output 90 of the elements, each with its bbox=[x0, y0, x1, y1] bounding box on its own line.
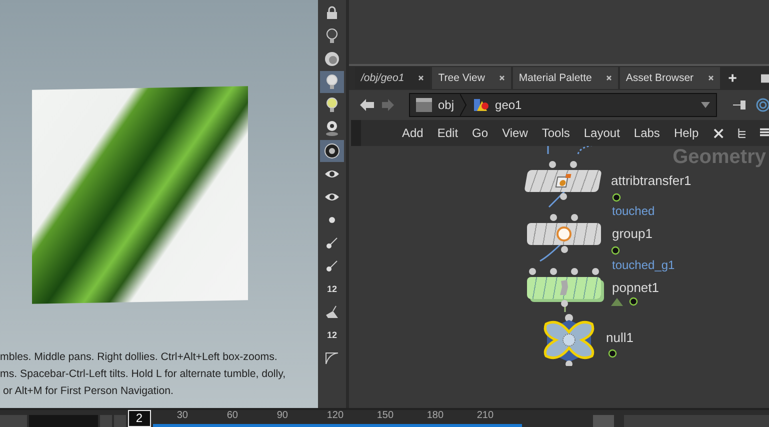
tick-label: 180 bbox=[426, 410, 445, 422]
cone-icon bbox=[325, 305, 339, 319]
input-connector[interactable] bbox=[550, 214, 557, 221]
tab-label: Material Palette bbox=[518, 72, 592, 84]
close-icon[interactable] bbox=[708, 75, 714, 81]
sphere-icon bbox=[324, 51, 340, 67]
path-label[interactable]: obj bbox=[438, 98, 454, 112]
range-field[interactable] bbox=[29, 415, 98, 427]
menu-item[interactable]: Add bbox=[402, 126, 424, 140]
tick-label: 90 bbox=[276, 410, 289, 422]
input-connector[interactable] bbox=[549, 161, 556, 168]
status-icon bbox=[608, 349, 617, 358]
menu-item[interactable]: Tools bbox=[542, 126, 570, 140]
status-icon bbox=[612, 193, 621, 202]
operator-node[interactable] bbox=[527, 223, 601, 245]
input-connector[interactable] bbox=[529, 268, 536, 275]
status-icon bbox=[611, 246, 620, 255]
node-name: group1 bbox=[612, 226, 652, 241]
tab-label: /obj/geo1 bbox=[361, 72, 404, 84]
point-icon bbox=[329, 217, 335, 223]
close-icon[interactable] bbox=[606, 75, 612, 81]
pane-tab[interactable]: Material Palette bbox=[512, 67, 618, 89]
node-name: popnet1 bbox=[612, 280, 659, 295]
pane-tab[interactable]: Tree View bbox=[432, 67, 511, 89]
time-ruler[interactable]: 30 60 90 120 150 180 210 bbox=[152, 410, 530, 427]
dropdown-caret-icon[interactable] bbox=[701, 102, 710, 108]
menu-item[interactable]: Help bbox=[674, 126, 699, 140]
operator-node[interactable] bbox=[527, 277, 601, 299]
group-label: touched bbox=[612, 204, 655, 218]
tick-label: 120 bbox=[326, 410, 345, 422]
tree-icon[interactable] bbox=[738, 126, 746, 140]
brush-icon bbox=[554, 173, 572, 189]
tick-label: 150 bbox=[376, 410, 395, 422]
menu-item[interactable]: View bbox=[502, 126, 528, 140]
close-icon[interactable] bbox=[418, 75, 424, 81]
shapes-icon bbox=[473, 98, 490, 112]
chevron-icon bbox=[460, 94, 468, 116]
input-connector[interactable] bbox=[571, 214, 578, 221]
bulb-icon bbox=[325, 28, 339, 44]
tent-icon bbox=[611, 297, 623, 306]
menu-item[interactable]: Edit bbox=[437, 126, 458, 140]
tick-label: 210 bbox=[476, 410, 495, 422]
tool-button[interactable]: 12 bbox=[320, 278, 344, 300]
status-icon bbox=[629, 297, 638, 306]
camera-icon bbox=[324, 143, 340, 159]
input-connector[interactable] bbox=[550, 268, 557, 275]
eye-icon bbox=[324, 168, 340, 180]
output-connector[interactable] bbox=[560, 246, 568, 253]
output-connector[interactable] bbox=[560, 300, 568, 307]
help-text: ms. Spacebar-Ctrl-Left tilts. Hold L for alternate tumble, dolly, bbox=[0, 367, 286, 382]
tab-label: Tree View bbox=[438, 72, 485, 84]
help-text: mbles. Middle pans. Right dollies. Ctrl+Alt+Left box-zooms. bbox=[0, 350, 278, 365]
target-icon[interactable] bbox=[755, 98, 769, 112]
input-connector[interactable] bbox=[570, 161, 577, 168]
input-connector[interactable] bbox=[592, 268, 599, 275]
tick-label: 60 bbox=[226, 410, 239, 422]
shelf-number: 12 bbox=[326, 330, 337, 340]
node-name: attribtransfer1 bbox=[611, 173, 692, 188]
shelf-number: 12 bbox=[326, 284, 337, 294]
node-name: null1 bbox=[606, 330, 634, 345]
lock-icon bbox=[325, 6, 339, 20]
path-field[interactable]: obj geo1 bbox=[409, 93, 717, 117]
ring-icon bbox=[556, 226, 572, 242]
curve-icon bbox=[325, 351, 339, 365]
back-arrow-icon[interactable] bbox=[359, 98, 375, 112]
menu-item[interactable]: Labs bbox=[634, 126, 660, 140]
output-connector[interactable] bbox=[560, 193, 566, 200]
tool-button[interactable]: 12 bbox=[320, 324, 344, 346]
operator-node[interactable] bbox=[524, 170, 602, 192]
path-label[interactable]: geo1 bbox=[495, 98, 522, 112]
connection-wire bbox=[547, 146, 549, 154]
close-icon[interactable] bbox=[498, 75, 505, 81]
tab-label: Asset Browser bbox=[626, 72, 694, 84]
add-tab-icon[interactable] bbox=[728, 72, 737, 84]
head-icon bbox=[325, 120, 339, 136]
clapboard-icon bbox=[416, 98, 432, 112]
input-connector[interactable] bbox=[571, 268, 578, 275]
bulb-icon bbox=[325, 97, 339, 113]
bulb-icon bbox=[325, 74, 339, 90]
menu-item[interactable]: Layout bbox=[584, 126, 620, 140]
help-text: or Alt+M for First Person Navigation. bbox=[2, 384, 174, 399]
rock-icon bbox=[558, 279, 570, 297]
eye-icon bbox=[324, 191, 340, 203]
current-frame-field[interactable]: 2 bbox=[128, 410, 151, 427]
group-label: touched_g1 bbox=[612, 258, 675, 272]
pane-tab[interactable]: Asset Browser bbox=[620, 67, 720, 89]
menu-item[interactable]: Go bbox=[472, 126, 488, 140]
tick-label: 30 bbox=[176, 410, 189, 422]
pane-menu-icon[interactable] bbox=[760, 72, 769, 84]
tool-button[interactable] bbox=[320, 140, 344, 162]
